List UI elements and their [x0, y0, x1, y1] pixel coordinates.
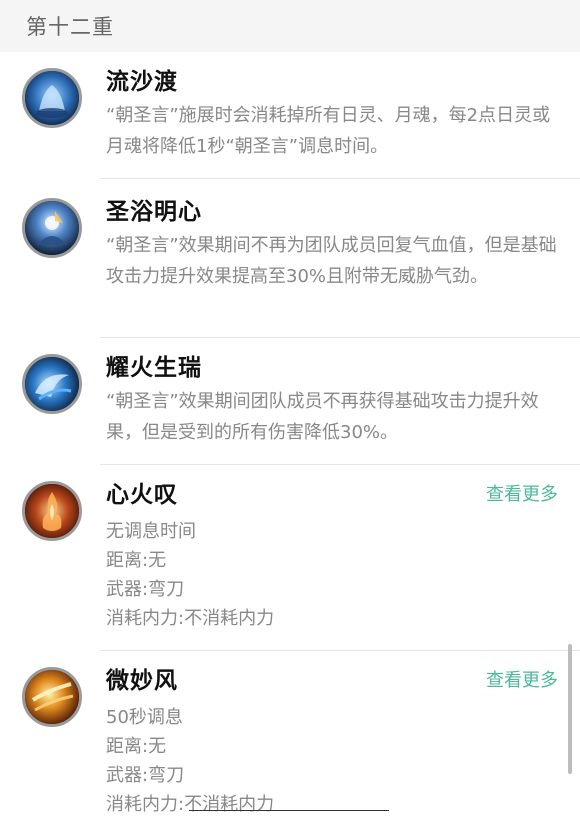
- view-more-link[interactable]: 查看更多: [486, 666, 558, 696]
- cooldown-text: 50秒调息: [106, 707, 183, 728]
- skill-name: 圣浴明心: [106, 199, 202, 225]
- blazing-fire-icon: [22, 354, 82, 414]
- skill-item-liushadu[interactable]: 流沙渡 “朝圣言”施展时会消耗掉所有日灵、月魂，每2点日灵或月魂将降低1秒“朝圣…: [0, 66, 580, 162]
- heart-fire-icon: [22, 481, 82, 541]
- scrollbar[interactable]: [568, 644, 572, 774]
- cooldown-text: 无调息时间: [106, 521, 196, 542]
- skill-name: 微妙风: [106, 668, 178, 694]
- skill-content: 心火叹 查看更多 无调息时间 距离:无 武器:弯刀 消耗内力:不消耗内力: [106, 479, 558, 633]
- cost-text: 消耗内力:不消耗内力: [106, 794, 275, 815]
- skill-item-weimiaofeng[interactable]: 微妙风 查看更多 50秒调息 距离:无 武器:弯刀 消耗内力:不消耗内力: [0, 665, 580, 816]
- skill-item-xinhuotan[interactable]: 心火叹 查看更多 无调息时间 距离:无 武器:弯刀 消耗内力:不消耗内力: [0, 479, 580, 633]
- skill-description: “朝圣言”效果期间团队成员不再获得基础攻击力提升效果，但是受到的所有伤害降低30…: [106, 391, 539, 443]
- skill-name: 耀火生瑞: [106, 355, 202, 381]
- range-text: 距离:无: [106, 550, 167, 571]
- weapon-text: 武器:弯刀: [106, 579, 185, 600]
- skill-content: 耀火生瑞 “朝圣言”效果期间团队成员不再获得基础攻击力提升效果，但是受到的所有伤…: [106, 352, 558, 448]
- divider: [100, 178, 580, 179]
- view-more-link[interactable]: 查看更多: [486, 480, 558, 510]
- subtle-wind-icon: [22, 667, 82, 727]
- skill-description: “朝圣言”效果期间不再为团队成员回复气血值，但是基础攻击力提升效果提高至30%且…: [106, 235, 557, 287]
- section-title: 第十二重: [26, 15, 114, 39]
- divider: [100, 337, 580, 338]
- divider: [100, 464, 580, 465]
- weapon-text: 武器:弯刀: [106, 765, 185, 786]
- skill-list-page: 第十二重 流沙渡 “朝圣言”施展时会消耗掉所有日灵、月魂，每2点日灵或月魂将降低…: [0, 0, 580, 816]
- skill-content: 微妙风 查看更多 50秒调息 距离:无 武器:弯刀 消耗内力:不消耗内力: [106, 665, 558, 816]
- section-header: 第十二重: [0, 0, 580, 52]
- sand-ferry-icon: [22, 68, 82, 128]
- range-text: 距离:无: [106, 736, 167, 757]
- skill-item-shengyumingxin[interactable]: 圣浴明心 “朝圣言”效果期间不再为团队成员回复气血值，但是基础攻击力提升效果提高…: [0, 196, 580, 292]
- skill-name: 流沙渡: [106, 69, 178, 95]
- skill-item-yaohuoshengrui[interactable]: 耀火生瑞 “朝圣言”效果期间团队成员不再获得基础攻击力提升效果，但是受到的所有伤…: [0, 352, 580, 448]
- skill-content: 流沙渡 “朝圣言”施展时会消耗掉所有日灵、月魂，每2点日灵或月魂将降低1秒“朝圣…: [106, 66, 558, 162]
- cost-text: 消耗内力:不消耗内力: [106, 608, 275, 629]
- divider: [100, 650, 580, 651]
- text-underline: [189, 810, 389, 811]
- skill-name: 心火叹: [106, 482, 178, 508]
- holy-bath-icon: [22, 198, 82, 258]
- skill-content: 圣浴明心 “朝圣言”效果期间不再为团队成员回复气血值，但是基础攻击力提升效果提高…: [106, 196, 558, 292]
- skill-description: “朝圣言”施展时会消耗掉所有日灵、月魂，每2点日灵或月魂将降低1秒“朝圣言”调息…: [106, 105, 551, 157]
